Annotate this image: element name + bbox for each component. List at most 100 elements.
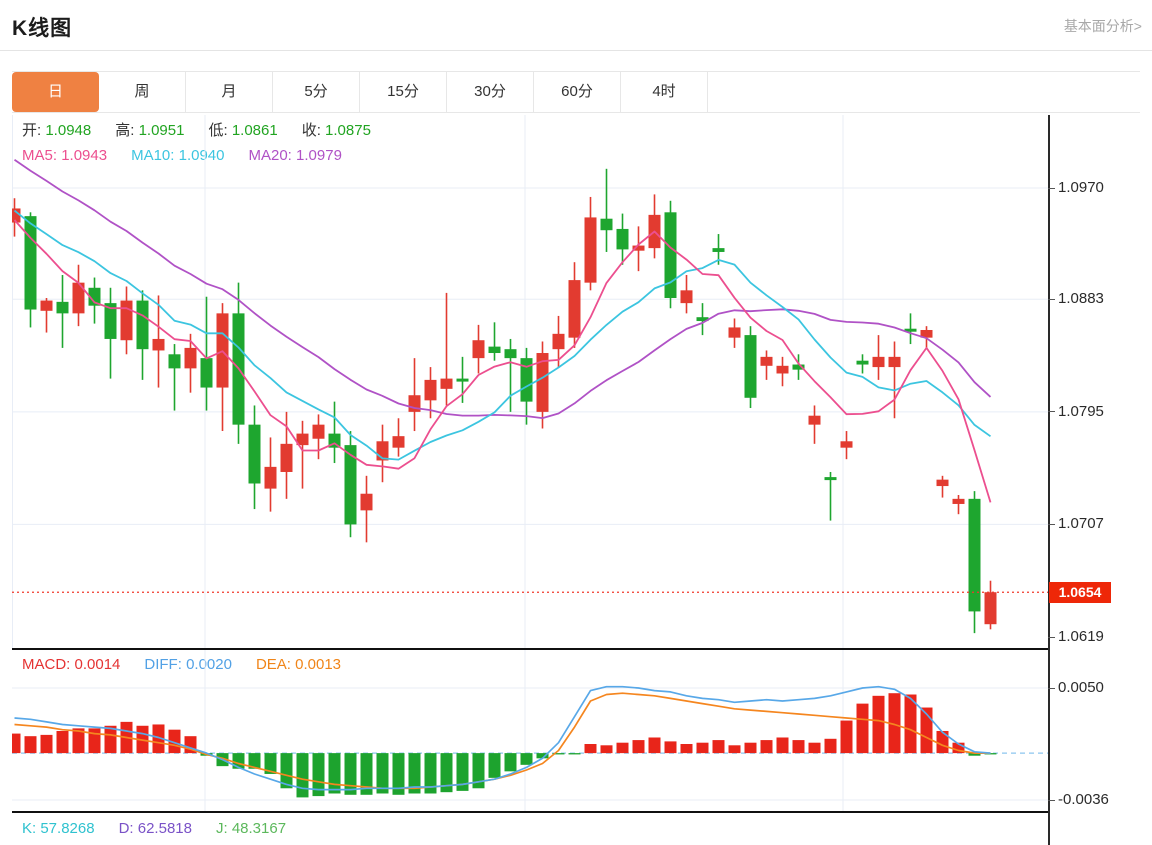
price-tick <box>1048 411 1055 413</box>
price-tick-label: 1.0970 <box>1058 179 1104 196</box>
current-price-badge: 1.0654 <box>1049 581 1111 603</box>
price-tick-label: 1.0883 <box>1058 290 1104 308</box>
candle <box>376 424 389 483</box>
price-axis-line <box>1048 115 1050 845</box>
candle <box>728 318 741 348</box>
macd-bar <box>760 740 773 754</box>
macd-bar <box>680 744 693 754</box>
page-title: K线图 <box>12 17 73 40</box>
candle <box>296 420 309 489</box>
candle-body <box>56 301 69 314</box>
macd-bar <box>488 753 501 778</box>
candle-body <box>552 333 565 350</box>
tab-5分[interactable]: 5分 <box>273 72 360 112</box>
candle <box>856 354 869 374</box>
macd-bar <box>824 738 837 754</box>
macd-bar <box>568 753 581 755</box>
candle-body <box>312 424 325 439</box>
candle <box>984 580 997 630</box>
candle <box>392 418 405 457</box>
candle <box>664 200 677 309</box>
macd-bar <box>856 703 869 754</box>
candle <box>360 475 373 543</box>
candle <box>648 194 661 259</box>
macd-bar <box>504 753 517 772</box>
candle-body <box>392 436 405 448</box>
candle <box>56 274 69 348</box>
macd-bar <box>584 744 597 754</box>
macd-bar <box>648 737 661 754</box>
candle <box>312 414 325 460</box>
macd-bar <box>328 753 341 794</box>
kdj-d: D: 62.5818 <box>119 820 192 837</box>
candle-body <box>264 466 277 489</box>
macd-bar <box>12 733 21 754</box>
candle <box>408 358 421 432</box>
candle-body <box>248 424 261 484</box>
candle-body <box>968 498 981 612</box>
k-value: 57.8268 <box>40 820 95 837</box>
candle-body <box>168 354 181 369</box>
price-tick-label: 1.0795 <box>1058 402 1104 420</box>
candle <box>24 212 37 328</box>
candle <box>120 286 133 355</box>
macd-bar <box>56 730 69 754</box>
ma5-line <box>13 219 992 503</box>
fundamental-analysis-link[interactable]: 基本面分析> <box>1064 16 1142 36</box>
macd-bar <box>872 695 885 754</box>
ma20-line <box>13 159 992 420</box>
candle-body <box>40 300 53 311</box>
tab-周[interactable]: 周 <box>99 72 186 112</box>
candle-body <box>360 493 373 511</box>
price-tick-label: 1.0707 <box>1058 515 1104 533</box>
candle <box>184 333 197 393</box>
tab-15分[interactable]: 15分 <box>360 72 447 112</box>
macd-bar <box>40 734 53 754</box>
candle <box>600 168 613 252</box>
macd-bar <box>24 736 37 754</box>
macd-bar <box>696 742 709 754</box>
candle <box>744 326 757 409</box>
macd-tick <box>1048 687 1055 689</box>
tab-月[interactable]: 月 <box>186 72 273 112</box>
macd-bar <box>776 737 789 754</box>
macd-tick-label: 0.0050 <box>1058 679 1104 696</box>
macd-bar <box>664 741 677 754</box>
candle <box>936 475 949 498</box>
candle <box>136 290 149 380</box>
candle-body <box>24 216 37 310</box>
candle-body <box>568 280 581 338</box>
macd-bar <box>744 742 757 754</box>
candle <box>584 196 597 291</box>
candle-body <box>584 217 597 283</box>
candle <box>328 401 341 464</box>
macd-bar <box>232 753 245 769</box>
candle <box>568 262 581 348</box>
macd-bar <box>616 742 629 754</box>
candle-body <box>600 218 613 231</box>
candle <box>872 335 885 380</box>
candle <box>680 274 693 314</box>
macd-chart <box>12 650 1048 812</box>
candle <box>536 341 549 429</box>
macd-bar <box>520 753 533 765</box>
kdj-legend: K: 57.8268 D: 62.5818 J: 48.3167 <box>22 820 310 837</box>
macd-bar <box>840 720 853 754</box>
j-value: 48.3167 <box>231 820 287 837</box>
j-label: J: <box>215 820 232 837</box>
macd-tick-label: -0.0036 <box>1058 791 1109 808</box>
candle <box>776 356 789 387</box>
candle-body <box>824 477 837 481</box>
macd-bar <box>600 745 613 754</box>
candle-body <box>680 290 693 304</box>
candle <box>344 431 357 538</box>
tab-4时[interactable]: 4时 <box>621 72 708 112</box>
tab-30分[interactable]: 30分 <box>447 72 534 112</box>
candle <box>888 341 901 419</box>
candle <box>168 344 181 411</box>
tab-日[interactable]: 日 <box>12 72 99 112</box>
price-tick-label: 1.0619 <box>1058 628 1104 645</box>
tab-60分[interactable]: 60分 <box>534 72 621 112</box>
kdj-k: K: 57.8268 <box>22 820 95 837</box>
candle <box>456 356 469 403</box>
